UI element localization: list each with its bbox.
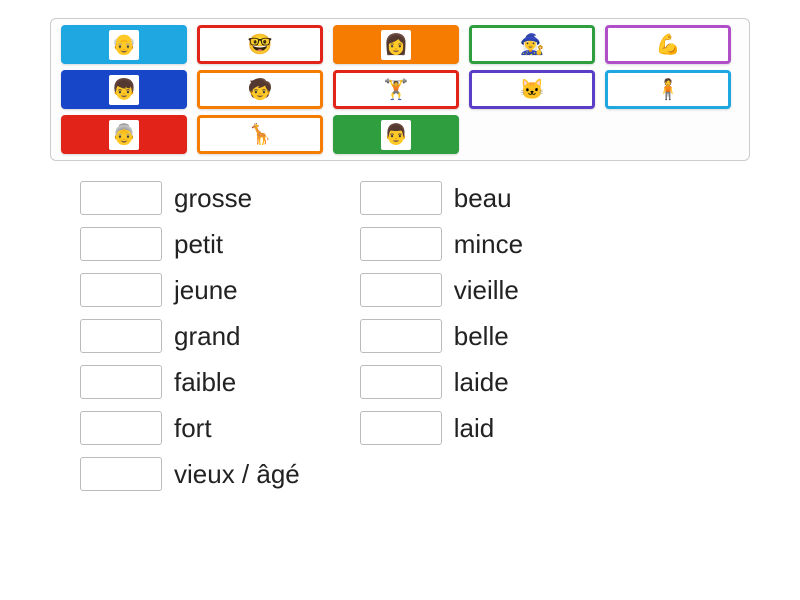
answer-item: belle xyxy=(360,319,523,353)
answer-item: mince xyxy=(360,227,523,261)
drop-slot-belle[interactable] xyxy=(360,319,442,353)
tile-old-man[interactable]: 👴 xyxy=(61,25,187,64)
answer-label: laide xyxy=(454,367,509,398)
answer-label: fort xyxy=(174,413,212,444)
answer-label: beau xyxy=(454,183,512,214)
drop-slot-beau[interactable] xyxy=(360,181,442,215)
answer-label: vieille xyxy=(454,275,519,306)
answer-item: beau xyxy=(360,181,523,215)
answer-item: laid xyxy=(360,411,523,445)
athletic-person-icon: 🏋️ xyxy=(381,75,411,105)
drop-slot-laide[interactable] xyxy=(360,365,442,399)
tile-old-woman[interactable]: 👵 xyxy=(61,115,187,154)
tile-large[interactable]: 🧍 xyxy=(605,70,731,109)
drop-slot-grand[interactable] xyxy=(80,319,162,353)
answer-label: jeune xyxy=(174,275,238,306)
answer-item: fort xyxy=(80,411,300,445)
answers-left-column: grosse petit jeune grand faible fort vie… xyxy=(80,181,300,491)
tiles-panel: 👴 🤓 👩 🧙‍♀️ 💪 👦 🧒 🏋️ 🐱 🧍 👵 🦒 👨 xyxy=(50,18,750,161)
drop-slot-laid[interactable] xyxy=(360,411,442,445)
drop-slot-vieille[interactable] xyxy=(360,273,442,307)
tile-row-2: 👦 🧒 🏋️ 🐱 🧍 xyxy=(61,70,739,109)
tile-row-3: 👵 🦒 👨 xyxy=(61,115,739,154)
answer-label: grosse xyxy=(174,183,252,214)
nerd-face-icon: 🤓 xyxy=(245,30,275,60)
tile-child[interactable]: 🧒 xyxy=(197,70,323,109)
tile-skinny[interactable]: 🐱 xyxy=(469,70,595,109)
tall-thin-person-icon: 🦒 xyxy=(245,120,275,150)
answer-item: vieux / âgé xyxy=(80,457,300,491)
answers-right-column: beau mince vieille belle laide laid xyxy=(360,181,523,491)
answer-label: petit xyxy=(174,229,223,260)
answer-item: grosse xyxy=(80,181,300,215)
tile-nerd[interactable]: 🤓 xyxy=(197,25,323,64)
child-playing-icon: 🧒 xyxy=(245,75,275,105)
tile-athletic[interactable]: 🏋️ xyxy=(333,70,459,109)
drop-slot-grosse[interactable] xyxy=(80,181,162,215)
drop-slot-faible[interactable] xyxy=(80,365,162,399)
answer-item: petit xyxy=(80,227,300,261)
tile-small-boy[interactable]: 👦 xyxy=(61,70,187,109)
witch-face-icon: 🧙‍♀️ xyxy=(517,30,547,60)
tile-young-man[interactable]: 👨 xyxy=(333,115,459,154)
woman-face-icon: 👩 xyxy=(381,30,411,60)
answer-label: faible xyxy=(174,367,236,398)
answer-label: mince xyxy=(454,229,523,260)
skinny-person-icon: 🐱 xyxy=(517,75,547,105)
answers-area: grosse petit jeune grand faible fort vie… xyxy=(50,181,750,491)
large-person-icon: 🧍 xyxy=(653,75,683,105)
tile-witch[interactable]: 🧙‍♀️ xyxy=(469,25,595,64)
drop-slot-jeune[interactable] xyxy=(80,273,162,307)
answer-item: vieille xyxy=(360,273,523,307)
old-woman-face-icon: 👵 xyxy=(109,120,139,150)
drop-slot-fort[interactable] xyxy=(80,411,162,445)
tile-tall-thin[interactable]: 🦒 xyxy=(197,115,323,154)
answer-item: laide xyxy=(360,365,523,399)
answer-label: vieux / âgé xyxy=(174,459,300,490)
strong-person-icon: 💪 xyxy=(653,30,683,60)
tile-strong[interactable]: 💪 xyxy=(605,25,731,64)
drop-slot-petit[interactable] xyxy=(80,227,162,261)
answer-label: belle xyxy=(454,321,509,352)
tile-woman[interactable]: 👩 xyxy=(333,25,459,64)
answer-item: grand xyxy=(80,319,300,353)
drop-slot-mince[interactable] xyxy=(360,227,442,261)
answer-item: jeune xyxy=(80,273,300,307)
tile-row-1: 👴 🤓 👩 🧙‍♀️ 💪 xyxy=(61,25,739,64)
young-man-face-icon: 👨 xyxy=(381,120,411,150)
drop-slot-vieux-age[interactable] xyxy=(80,457,162,491)
answer-label: grand xyxy=(174,321,241,352)
answer-item: faible xyxy=(80,365,300,399)
old-man-face-icon: 👴 xyxy=(109,30,139,60)
answer-label: laid xyxy=(454,413,494,444)
small-boy-icon: 👦 xyxy=(109,75,139,105)
